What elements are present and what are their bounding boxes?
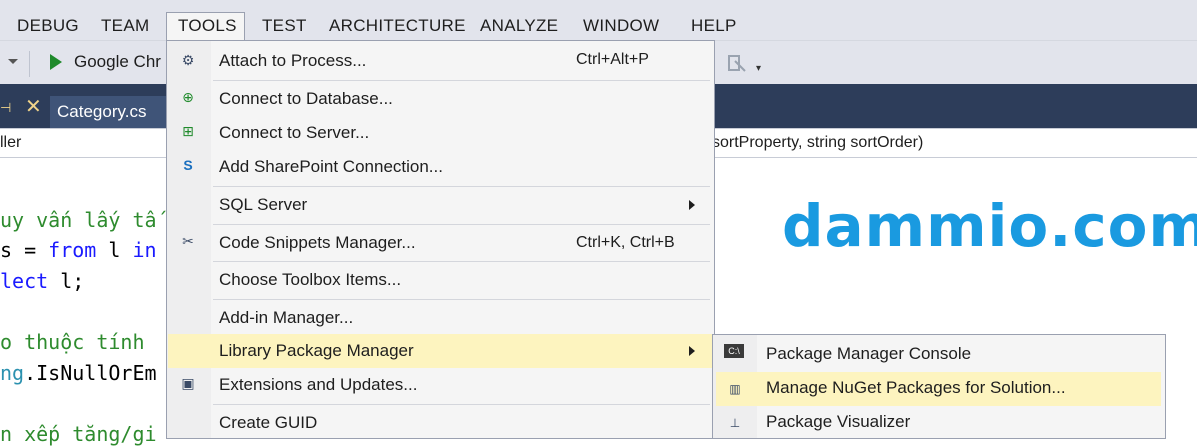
- console-icon: C:\: [724, 344, 744, 358]
- watermark-logo: dammio.com: [782, 192, 1197, 260]
- code-line: s = from l in: [0, 238, 157, 262]
- close-icon[interactable]: ✕: [25, 94, 42, 119]
- menu-window[interactable]: WINDOW: [583, 12, 659, 40]
- menu-item-code-snippets-manager[interactable]: ✂ Code Snippets Manager... Ctrl+K, Ctrl+…: [167, 229, 714, 259]
- menu-item-choose-toolbox-items[interactable]: Choose Toolbox Items...: [167, 266, 714, 296]
- menu-item-connect-to-database[interactable]: ⊕ Connect to Database...: [167, 85, 714, 115]
- menu-item-library-package-manager[interactable]: Library Package Manager: [167, 337, 714, 367]
- menu-tools[interactable]: TOOLS: [178, 12, 237, 40]
- menu-analyze[interactable]: ANALYZE: [480, 12, 558, 40]
- menu-item-package-manager-console[interactable]: C:\ Package Manager Console: [713, 340, 1165, 370]
- menu-debug[interactable]: DEBUG: [17, 12, 79, 40]
- menu-bar: DEBUG TEAM TOOLS TEST ARCHITECTURE ANALY…: [0, 0, 1197, 42]
- database-plug-icon: ⊕: [182, 89, 194, 105]
- pin-icon[interactable]: ⊣: [0, 100, 11, 116]
- code-line: lect l;: [0, 269, 85, 293]
- menu-architecture[interactable]: ARCHITECTURE: [329, 12, 466, 40]
- hierarchy-icon: ⊥: [729, 416, 741, 430]
- play-icon: [50, 54, 62, 70]
- gears-icon: ⚙: [181, 52, 195, 68]
- menu-team[interactable]: TEAM: [101, 12, 149, 40]
- menu-item-sql-server[interactable]: SQL Server: [167, 191, 714, 221]
- tools-menu: ⚙ Attach to Process... Ctrl+Alt+P ⊕ Conn…: [166, 40, 715, 439]
- run-target-label: Google Chr: [74, 52, 161, 71]
- toolbar-dropdown-icon[interactable]: [8, 59, 18, 64]
- code-line: uy vấn lấy tấ: [0, 208, 157, 232]
- menu-separator: [213, 224, 710, 225]
- toolbar-divider: [29, 51, 30, 77]
- run-button[interactable]: Google Chr: [34, 46, 174, 80]
- submenu-arrow-icon: [689, 200, 695, 210]
- member-dropdown[interactable]: sortProperty, string sortOrder): [712, 134, 923, 152]
- extensions-icon: ▣: [181, 375, 195, 391]
- code-line: o thuộc tính: [0, 330, 145, 354]
- menu-item-extensions-and-updates[interactable]: ▣ Extensions and Updates...: [167, 371, 714, 401]
- menu-separator: [213, 404, 710, 405]
- menu-separator: [213, 261, 710, 262]
- menu-separator: [213, 80, 710, 81]
- menu-item-create-guid[interactable]: Create GUID: [167, 409, 714, 439]
- server-plug-icon: ⊞: [182, 123, 194, 139]
- menu-item-attach-to-process[interactable]: ⚙ Attach to Process... Ctrl+Alt+P: [167, 48, 714, 74]
- menu-item-connect-to-server[interactable]: ⊞ Connect to Server...: [167, 119, 714, 149]
- menu-separator: [213, 299, 710, 300]
- toolbar-overflow-icon[interactable]: ▾: [756, 63, 761, 74]
- menu-item-package-visualizer[interactable]: ⊥ Package Visualizer: [713, 408, 1165, 438]
- class-dropdown[interactable]: ller: [0, 134, 21, 152]
- menu-test[interactable]: TEST: [262, 12, 307, 40]
- library-package-manager-submenu: C:\ Package Manager Console ▥ Manage NuG…: [712, 334, 1166, 439]
- menu-help[interactable]: HELP: [691, 12, 737, 40]
- bookmark-icon[interactable]: [726, 53, 748, 73]
- nuget-packages-icon: ▥: [729, 382, 741, 396]
- submenu-arrow-icon: [689, 346, 695, 356]
- menu-item-manage-nuget-packages[interactable]: ▥ Manage NuGet Packages for Solution...: [713, 374, 1165, 404]
- sharepoint-icon: S: [183, 157, 193, 173]
- code-line: n xếp tăng/gi: [0, 422, 157, 446]
- menu-item-add-sharepoint-connection[interactable]: S Add SharePoint Connection...: [167, 153, 714, 183]
- menu-separator: [213, 186, 710, 187]
- code-line: ng.IsNullOrEm: [0, 361, 157, 385]
- tab-category-cs[interactable]: Category.cs: [50, 96, 168, 128]
- snippet-icon: ✂: [182, 233, 194, 249]
- menu-item-add-in-manager[interactable]: Add-in Manager...: [167, 304, 714, 334]
- tab-label: Category.cs: [57, 102, 147, 121]
